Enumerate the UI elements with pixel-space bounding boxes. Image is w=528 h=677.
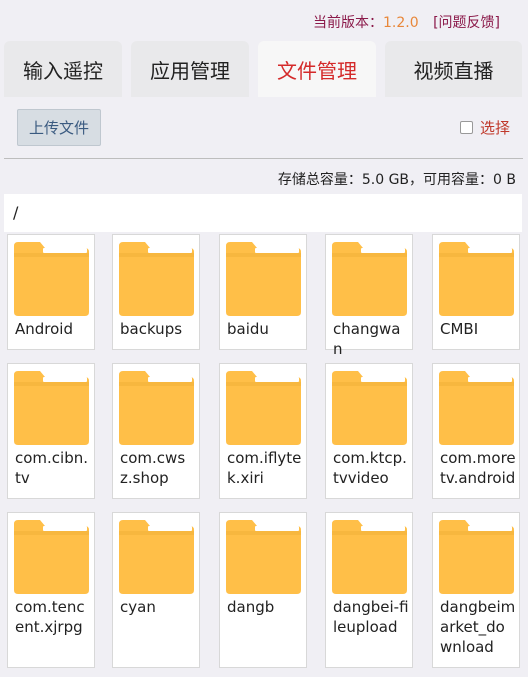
folder-icon (119, 242, 194, 316)
folder-name: backups (120, 320, 183, 338)
folder-icon (226, 520, 301, 594)
folder-icon (332, 242, 407, 316)
folder-name: changwan (333, 320, 401, 358)
folder-item[interactable]: backups (112, 234, 200, 350)
folder-name: com.cwsz.shop (120, 449, 186, 487)
tab-live-video[interactable]: 视频直播 (385, 41, 522, 97)
folder-name: baidu (227, 320, 269, 338)
folder-item[interactable]: changwan (325, 234, 413, 358)
folder-name: com.ktcp.tvvideo (333, 449, 407, 487)
folder-icon (119, 371, 194, 445)
folder-name: com.moretv.android (440, 449, 516, 487)
folder-icon (332, 520, 407, 594)
folder-item[interactable]: dangbei-fileupload (325, 512, 413, 668)
folder-icon (226, 242, 301, 316)
folder-name: com.iflytek.xiri (227, 449, 302, 487)
folder-item[interactable]: CMBI (432, 234, 520, 350)
folder-icon (14, 520, 89, 594)
folder-item[interactable]: com.cibn.tv (7, 363, 95, 499)
folder-name: Android (15, 320, 73, 338)
folder-item[interactable]: com.tencent.xjrpg (7, 512, 95, 668)
folder-icon (439, 520, 514, 594)
folder-icon (439, 242, 514, 316)
version-value: 1.2.0 (382, 15, 419, 31)
folder-item[interactable]: com.cwsz.shop (112, 363, 200, 499)
folder-item[interactable]: com.iflytek.xiri (219, 363, 307, 499)
select-label: 选择 (479, 119, 510, 137)
folder-item[interactable]: baidu (219, 234, 307, 350)
folder-icon (332, 371, 407, 445)
folder-item[interactable]: com.moretv.android (432, 363, 520, 499)
folder-icon (439, 371, 514, 445)
select-checkbox[interactable] (459, 121, 473, 134)
tab-app-management[interactable]: 应用管理 (131, 41, 249, 97)
divider (4, 158, 523, 159)
folder-name: dangbei-fileupload (333, 598, 409, 636)
feedback-link[interactable]: [问题反馈] (433, 15, 500, 31)
tab-input-remote[interactable]: 输入遥控 (4, 41, 122, 97)
folder-icon (14, 371, 89, 445)
folder-name: com.cibn.tv (15, 449, 89, 487)
folder-name: CMBI (440, 320, 479, 338)
folder-icon (119, 520, 194, 594)
upload-file-button[interactable]: 上传文件 (17, 109, 101, 146)
folder-item[interactable]: dangbeimarket_download (432, 512, 520, 668)
folder-name: cyan (120, 598, 156, 616)
tab-file-management[interactable]: 文件管理 (258, 41, 376, 97)
folder-name: dangbeimarket_download (440, 598, 516, 656)
folder-icon (14, 242, 89, 316)
folder-item[interactable]: com.ktcp.tvvideo (325, 363, 413, 499)
folder-item[interactable]: Android (7, 234, 95, 350)
current-path: / (4, 194, 522, 232)
folder-name: com.tencent.xjrpg (15, 598, 85, 636)
version-label: 当前版本： (312, 15, 383, 31)
folder-name: dangb (227, 598, 275, 616)
version-info: 当前版本：1.2.0 [问题反馈] (313, 12, 500, 32)
storage-info: 存储总容量：5.0 GB，可用容量：0 B (277, 172, 516, 188)
select-toggle[interactable]: 选择 (459, 117, 510, 138)
folder-item[interactable]: cyan (112, 512, 200, 668)
folder-icon (226, 371, 301, 445)
folder-item[interactable]: dangb (219, 512, 307, 668)
